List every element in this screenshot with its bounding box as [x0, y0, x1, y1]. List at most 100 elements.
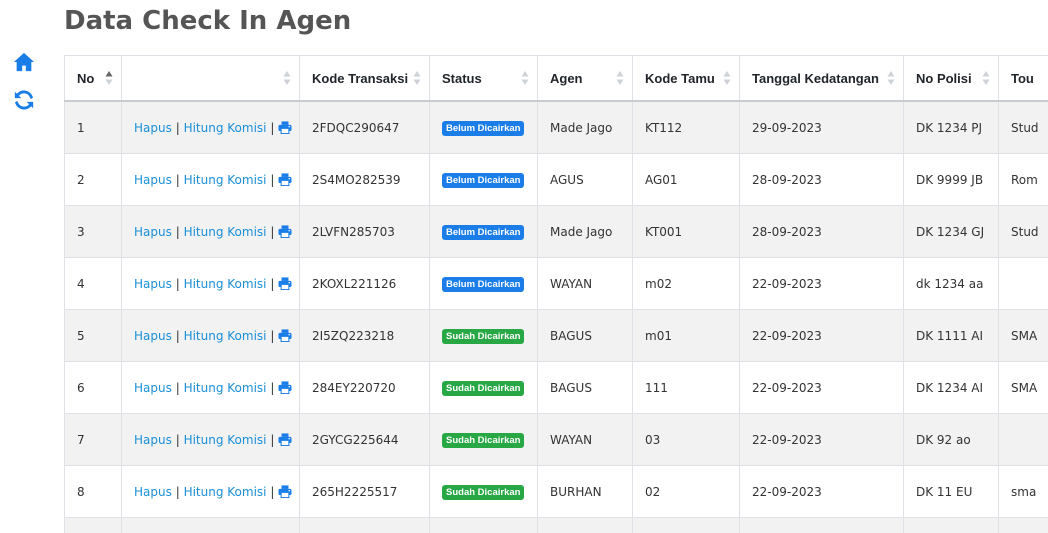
status-badge: Belum Dicairkan: [442, 276, 525, 292]
cell-no-polisi: DK 11 EU: [903, 465, 999, 518]
cell-no: 7: [64, 413, 122, 466]
cell-no-polisi: DK 1234 GJ: [903, 205, 999, 258]
cell-no-polisi: DK 1111 AI: [903, 309, 999, 362]
sort-icon[interactable]: [616, 70, 624, 86]
column-header-actions[interactable]: [121, 55, 300, 102]
sort-icon[interactable]: [283, 70, 291, 86]
cell-kode-tamu: m01: [632, 309, 740, 362]
separator: |: [270, 276, 275, 291]
table-row: 8 Hapus | Hitung Komisi | 265H2225517 Suda…: [64, 465, 1048, 518]
table-row: 7 Hapus | Hitung Komisi | 2GYCG225644 Suda…: [64, 413, 1048, 466]
cell-no-polisi: DK 1234 PJ: [903, 100, 999, 154]
empty-cell: [998, 517, 1048, 533]
column-header-no[interactable]: No: [64, 55, 122, 102]
cell-agen: AGUS: [537, 153, 633, 206]
cell-tour: [998, 257, 1048, 310]
cell-kode-tamu: 111: [632, 361, 740, 414]
print-icon[interactable]: [278, 224, 292, 238]
cell-actions: Hapus | Hitung Komisi |: [121, 100, 300, 154]
separator: |: [175, 224, 180, 239]
sort-icon[interactable]: [982, 70, 990, 86]
delete-link[interactable]: Hapus: [134, 329, 172, 343]
hitung-komisi-link[interactable]: Hitung Komisi: [184, 329, 267, 343]
cell-no-polisi: DK 92 ao: [903, 413, 999, 466]
sort-icon[interactable]: [887, 70, 895, 86]
column-header-kode-transaksi[interactable]: Kode Transaksi: [299, 55, 430, 102]
delete-link[interactable]: Hapus: [134, 277, 172, 291]
cell-kode-tamu: m02: [632, 257, 740, 310]
print-icon[interactable]: [278, 328, 292, 342]
table-row: 2 Hapus | Hitung Komisi | 2S4MO282539 Belu…: [64, 153, 1048, 206]
column-header-label: Tou: [1011, 70, 1034, 86]
cell-no-polisi: dk 1234 aa: [903, 257, 999, 310]
hitung-komisi-link[interactable]: Hitung Komisi: [184, 485, 267, 499]
cell-status: Belum Dicairkan: [429, 205, 538, 258]
table-row: 3 Hapus | Hitung Komisi | 2LVFN285703 Belu…: [64, 205, 1048, 258]
hitung-komisi-link[interactable]: Hitung Komisi: [184, 381, 267, 395]
table-row: 1 Hapus | Hitung Komisi | 2FDQC290647 Belu…: [64, 100, 1048, 154]
cell-no: 6: [64, 361, 122, 414]
status-badge: Belum Dicairkan: [442, 172, 525, 188]
delete-link[interactable]: Hapus: [134, 225, 172, 239]
status-badge: Sudah Dicairkan: [442, 328, 525, 344]
column-header-kode-tamu[interactable]: Kode Tamu: [632, 55, 740, 102]
table-row: [64, 517, 1048, 533]
print-icon[interactable]: [278, 120, 292, 134]
cell-tanggal-kedatangan: 29-09-2023: [739, 100, 904, 154]
checkin-table: No Kode Transaksi Status Agen Kode Tamu Tangg…: [64, 55, 1048, 533]
cell-tour: Rom: [998, 153, 1048, 206]
empty-cell: [64, 517, 122, 533]
column-header-tanggal-kedatangan[interactable]: Tanggal Kedatangan: [739, 55, 904, 102]
table-row: 6 Hapus | Hitung Komisi | 284EY220720 Suda…: [64, 361, 1048, 414]
column-header-tou[interactable]: Tou: [998, 55, 1048, 102]
cell-kode-transaksi: 265H2225517: [299, 465, 430, 518]
sort-icon[interactable]: [521, 70, 529, 86]
separator: |: [175, 484, 180, 499]
home-icon[interactable]: [13, 51, 35, 73]
column-header-label: No: [77, 70, 95, 86]
cell-tour: [998, 413, 1048, 466]
hitung-komisi-link[interactable]: Hitung Komisi: [184, 121, 267, 135]
cell-status: Sudah Dicairkan: [429, 309, 538, 362]
separator: |: [270, 328, 275, 343]
print-icon[interactable]: [278, 276, 292, 290]
cell-kode-transaksi: 2LVFN285703: [299, 205, 430, 258]
hitung-komisi-link[interactable]: Hitung Komisi: [184, 173, 267, 187]
cell-status: Belum Dicairkan: [429, 257, 538, 310]
column-header-agen[interactable]: Agen: [537, 55, 633, 102]
cell-tour: sma: [998, 465, 1048, 518]
column-header-status[interactable]: Status: [429, 55, 538, 102]
cell-tanggal-kedatangan: 28-09-2023: [739, 205, 904, 258]
cell-kode-transaksi: 2S4MO282539: [299, 153, 430, 206]
delete-link[interactable]: Hapus: [134, 433, 172, 447]
delete-link[interactable]: Hapus: [134, 485, 172, 499]
cell-kode-tamu: 03: [632, 413, 740, 466]
hitung-komisi-link[interactable]: Hitung Komisi: [184, 277, 267, 291]
sort-icon[interactable]: [723, 70, 731, 86]
cell-kode-transaksi: 284EY220720: [299, 361, 430, 414]
separator: |: [270, 432, 275, 447]
cell-kode-transaksi: 2GYCG225644: [299, 413, 430, 466]
hitung-komisi-link[interactable]: Hitung Komisi: [184, 433, 267, 447]
cell-tanggal-kedatangan: 22-09-2023: [739, 361, 904, 414]
print-icon[interactable]: [278, 484, 292, 498]
sort-icon[interactable]: [413, 70, 421, 86]
cell-status: Sudah Dicairkan: [429, 413, 538, 466]
status-badge: Sudah Dicairkan: [442, 380, 525, 396]
print-icon[interactable]: [278, 432, 292, 446]
column-header-label: Status: [442, 70, 482, 86]
separator: |: [175, 276, 180, 291]
delete-link[interactable]: Hapus: [134, 381, 172, 395]
print-icon[interactable]: [278, 380, 292, 394]
refresh-icon[interactable]: [13, 89, 35, 111]
cell-agen: Made Jago: [537, 100, 633, 154]
hitung-komisi-link[interactable]: Hitung Komisi: [184, 225, 267, 239]
print-icon[interactable]: [278, 172, 292, 186]
checkin-table-container: No Kode Transaksi Status Agen Kode Tamu Tangg…: [64, 55, 1048, 533]
sort-icon[interactable]: [105, 70, 113, 86]
separator: |: [270, 484, 275, 499]
delete-link[interactable]: Hapus: [134, 121, 172, 135]
cell-agen: Made Jago: [537, 205, 633, 258]
delete-link[interactable]: Hapus: [134, 173, 172, 187]
column-header-no-polisi[interactable]: No Polisi: [903, 55, 999, 102]
